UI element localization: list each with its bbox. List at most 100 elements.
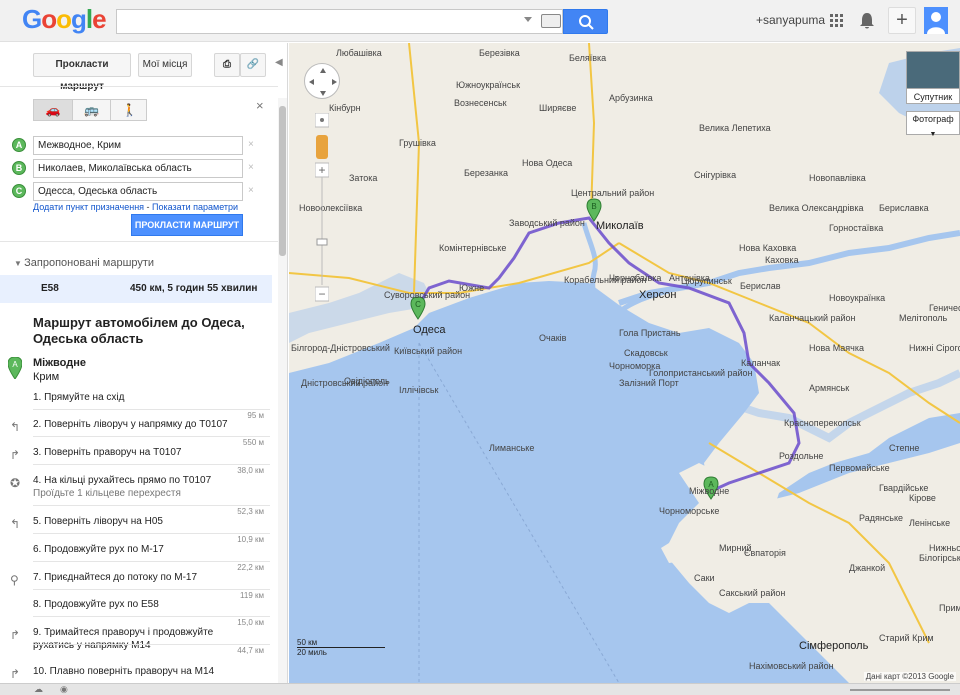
city-label[interactable]: Каховка — [765, 255, 799, 265]
apps-grid-icon[interactable] — [826, 10, 848, 32]
city-label[interactable]: Кірове — [909, 493, 936, 503]
city-label[interactable]: Каланчак — [741, 358, 780, 368]
city-label[interactable]: Нова Маячка — [809, 343, 864, 353]
city-label[interactable]: Приморське — [939, 603, 960, 613]
city-label[interactable]: Геническ — [929, 303, 960, 313]
show-options-link[interactable]: Показати параметри — [152, 202, 238, 212]
waypoint-c-input[interactable]: Одесса, Одеська область — [33, 182, 243, 201]
city-label[interactable]: Нахімовський район — [749, 661, 834, 671]
city-label[interactable]: Каланчацький район — [769, 313, 856, 323]
city-label[interactable]: Сімферополь — [799, 640, 868, 652]
city-label[interactable]: Антонівка — [669, 273, 710, 283]
remove-waypoint-b-icon[interactable]: × — [248, 162, 254, 173]
route-tab[interactable]: Прокласти маршрут — [33, 53, 131, 92]
city-label[interactable]: Беляївка — [569, 53, 606, 63]
city-label[interactable]: Новоукраїнка — [829, 293, 885, 303]
my-places-tab[interactable]: Мої місця — [138, 53, 192, 77]
scrollbar-thumb[interactable] — [279, 106, 286, 256]
city-label[interactable]: Голопристанський район — [649, 368, 753, 378]
city-label[interactable]: Южноукраїнськ — [456, 80, 520, 90]
city-label[interactable]: Міжводне — [689, 486, 729, 496]
print-button[interactable]: ⎙ — [214, 53, 240, 77]
add-destination-link[interactable]: Додати пункт призначення — [33, 202, 144, 212]
city-label[interactable]: Центральний район — [571, 188, 654, 198]
waypoint-b-input[interactable]: Николаев, Миколаївська область — [33, 159, 243, 178]
city-label[interactable]: Радянське — [859, 513, 903, 523]
city-label[interactable]: Суворовський район — [384, 290, 470, 300]
search-input[interactable] — [116, 9, 563, 34]
city-label[interactable]: Вознесенськ — [454, 98, 507, 108]
google-logo[interactable]: Google — [22, 4, 107, 35]
remove-waypoint-a-icon[interactable]: × — [248, 139, 254, 150]
city-label[interactable]: Красноперекопськ — [784, 418, 861, 428]
city-label[interactable]: Первомайське — [829, 463, 890, 473]
city-label[interactable]: Дністровський район — [301, 378, 388, 388]
city-label[interactable]: Кінбурн — [329, 103, 361, 113]
city-label[interactable]: Нижньогірський — [929, 543, 960, 553]
city-label[interactable]: Армянськ — [809, 383, 849, 393]
remove-waypoint-c-icon[interactable]: × — [248, 185, 254, 196]
city-label[interactable]: Іллічівськ — [399, 385, 439, 395]
avatar[interactable] — [924, 7, 948, 34]
city-label[interactable]: Арбузинка — [609, 93, 653, 103]
city-label[interactable]: Гола Пристань — [619, 328, 681, 338]
user-link[interactable]: +sanyapuma — [756, 13, 825, 27]
globe-icon[interactable]: ◉ — [60, 684, 68, 695]
city-label[interactable]: Нова Каховка — [739, 243, 796, 253]
city-label[interactable]: Степне — [889, 443, 919, 453]
city-label[interactable]: Білгород-Дністровський — [291, 343, 390, 353]
pan-control[interactable] — [304, 63, 340, 99]
city-label[interactable]: Грушівка — [399, 138, 436, 148]
city-label[interactable]: Бериславка — [879, 203, 929, 213]
city-label[interactable]: Саки — [694, 573, 715, 583]
satellite-toggle[interactable]: Супутник — [906, 88, 960, 104]
city-label[interactable]: Новоолексіївка — [299, 203, 362, 213]
city-label[interactable]: Сакський район — [719, 588, 785, 598]
city-label[interactable]: Мирний — [719, 543, 752, 553]
city-label[interactable]: Березівка — [479, 48, 520, 58]
city-label[interactable]: Велика Олександрівка — [769, 203, 863, 213]
city-label[interactable]: Старий Крим — [879, 633, 934, 643]
city-label[interactable]: Горностаївка — [829, 223, 883, 233]
transit-mode-icon[interactable]: 🚌 — [72, 100, 110, 120]
panel-scrollbar[interactable] — [278, 98, 287, 683]
share-plus-button[interactable]: + — [888, 7, 916, 34]
link-button[interactable]: 🔗 — [240, 53, 266, 77]
keyboard-icon[interactable] — [541, 14, 561, 28]
city-label[interactable]: Одеса — [413, 324, 445, 336]
waypoint-a-input[interactable]: Межводное, Крим — [33, 136, 243, 155]
city-label[interactable]: Нова Одеса — [522, 158, 572, 168]
get-directions-button[interactable]: ПРОКЛАСТИ МАРШРУТ — [131, 214, 243, 236]
city-label[interactable]: Миколаїв — [596, 220, 644, 232]
city-label[interactable]: Ленінське — [909, 518, 950, 528]
city-label[interactable]: Роздольне — [779, 451, 823, 461]
city-label[interactable]: Затока — [349, 173, 377, 183]
city-label[interactable]: Новопавлівка — [809, 173, 866, 183]
city-label[interactable]: Очаків — [539, 333, 566, 343]
city-label[interactable]: Херсон — [639, 289, 676, 301]
close-icon[interactable]: × — [256, 98, 264, 113]
city-label[interactable]: Київський район — [394, 346, 462, 356]
walk-mode-icon[interactable]: 🚶 — [110, 100, 148, 120]
pegman-icon[interactable] — [316, 135, 328, 159]
suggested-routes-header[interactable]: ▼ Запропоновані маршрути — [14, 257, 154, 269]
city-label[interactable]: Лиманське — [489, 443, 534, 453]
city-label[interactable]: Скадовськ — [624, 348, 668, 358]
city-label[interactable]: Велика Лепетиха — [699, 123, 771, 133]
city-label[interactable]: Ширяєве — [539, 103, 576, 113]
city-label[interactable]: Білогірськ — [919, 553, 960, 563]
collapse-panel-icon[interactable]: ◀ — [275, 57, 283, 68]
zoom-track[interactable] — [850, 689, 950, 691]
city-label[interactable]: Залізний Порт — [619, 378, 679, 388]
city-label[interactable]: Чорнобаївка — [609, 273, 661, 283]
cloud-icon[interactable]: ☁ — [34, 684, 43, 695]
bell-icon[interactable] — [856, 10, 878, 32]
city-label[interactable]: Джанкой — [849, 563, 885, 573]
city-label[interactable]: Нижні Сірогози — [909, 343, 960, 353]
city-label[interactable]: Березанка — [464, 168, 508, 178]
city-label[interactable]: Чорноморське — [659, 506, 719, 516]
city-label[interactable]: Берислав — [740, 281, 780, 291]
zoom-slider[interactable]: + − — [315, 113, 329, 303]
search-dropdown-icon[interactable] — [524, 17, 532, 22]
city-label[interactable]: Гвардійське — [879, 483, 928, 493]
